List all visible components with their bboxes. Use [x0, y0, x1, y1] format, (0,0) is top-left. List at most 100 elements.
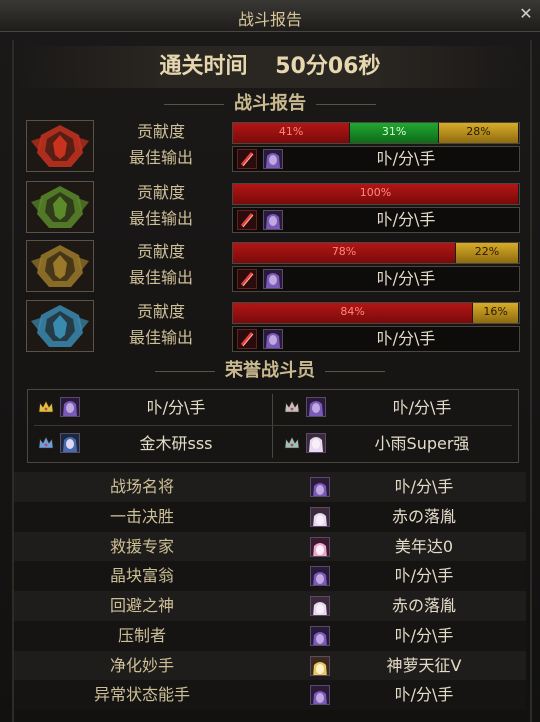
- contribution-percent: 84%: [340, 305, 365, 318]
- best-player-name[interactable]: 卟/分\手: [293, 267, 519, 291]
- weapon-icon: [237, 149, 257, 169]
- weapon-icon: [237, 269, 257, 289]
- award-row: 晶块富翁 卟/分\手: [14, 561, 526, 591]
- awards-list: 战场名将 卟/分\手 一击决胜 赤の落胤 救援专家 美年达0 晶块富翁 卟/分\手 回避之神 赤の…: [14, 472, 526, 710]
- avatar: [263, 329, 283, 349]
- award-row: 一击决胜 赤の落胤: [14, 501, 526, 532]
- award-title: 一击决胜: [109, 506, 174, 526]
- best-player-name[interactable]: 卟/分\手: [293, 147, 519, 171]
- award-player-name[interactable]: 美年达0: [344, 532, 504, 562]
- team-emblem-icon: [26, 240, 94, 292]
- award-title: 救援专家: [109, 536, 174, 556]
- contribution-bar: 41% 31% 28%: [232, 122, 520, 144]
- contribution-percent: 22%: [474, 245, 500, 258]
- best-output-label: 最佳输出: [128, 209, 193, 228]
- honor-member[interactable]: 金木研sss: [28, 426, 272, 461]
- contribution-segment: 31%: [350, 123, 439, 143]
- avatar: [310, 506, 330, 527]
- contribution-segment: 84%: [233, 303, 474, 323]
- avatar: [310, 655, 330, 676]
- award-row: 压制者 卟/分\手: [14, 620, 526, 651]
- avatar: [310, 536, 330, 557]
- award-player-name[interactable]: 卟/分\手: [344, 621, 504, 651]
- crown-icon: [38, 435, 54, 449]
- contribution-percent: 28%: [466, 125, 491, 138]
- award-player-name[interactable]: 卟/分\手: [344, 472, 504, 502]
- window-title: 战斗报告: [237, 10, 302, 29]
- honor-divider: [272, 394, 273, 458]
- avatar: [310, 477, 330, 497]
- award-row: 战场名将 卟/分\手: [14, 472, 526, 502]
- heading-ornament-right: [325, 370, 385, 372]
- honor-members-panel: 卟/分\手 卟/分\手金木研sss 小雨Super强: [27, 389, 519, 463]
- contribution-segment: 100%: [233, 184, 519, 204]
- contribution-bar: 84% 16%: [232, 302, 520, 324]
- contribution-label: 贡献度: [136, 122, 185, 141]
- honor-member-name: 小雨Super强: [374, 434, 470, 453]
- contribution-label: 贡献度: [136, 242, 185, 261]
- team-row: 贡献度最佳输出 100% 卟/分\手: [24, 181, 520, 235]
- contribution-percent: 41%: [278, 125, 304, 138]
- contribution-segment: 78%: [233, 243, 457, 263]
- best-output-box: 卟/分\手: [232, 146, 520, 172]
- award-row: 异常状态能手 卟/分\手: [14, 680, 526, 710]
- battle-report-heading: 战斗报告: [14, 92, 526, 116]
- award-title: 异常状态能手: [93, 685, 190, 705]
- award-player-name[interactable]: 神萝天征V: [344, 651, 504, 681]
- award-row: 回避之神 赤の落胤: [14, 591, 526, 621]
- honor-heading-text: 荣誉战斗员: [225, 360, 315, 381]
- award-player-name[interactable]: 卟/分\手: [344, 561, 504, 591]
- avatar: [263, 269, 283, 289]
- avatar: [310, 566, 330, 587]
- best-player-name[interactable]: 卟/分\手: [293, 208, 519, 232]
- title-bar: 战斗报告 ✕: [0, 0, 540, 32]
- best-output-label: 最佳输出: [128, 268, 193, 287]
- contribution-label: 贡献度: [136, 183, 185, 202]
- honor-member-name: 卟/分\手: [146, 398, 206, 417]
- award-title: 战场名将: [109, 477, 174, 496]
- contribution-segment: 41%: [233, 123, 351, 143]
- award-player-name[interactable]: 赤の落胤: [344, 591, 504, 621]
- best-output-label: 最佳输出: [128, 148, 193, 167]
- contribution-percent: 100%: [359, 186, 392, 199]
- close-icon[interactable]: ✕: [518, 6, 534, 22]
- team-emblem-icon: [26, 120, 94, 172]
- contribution-bar: 100%: [232, 183, 520, 205]
- award-player-name[interactable]: 赤の落胤: [344, 502, 504, 532]
- best-player-name[interactable]: 卟/分\手: [293, 327, 519, 351]
- award-title: 压制者: [117, 625, 166, 645]
- award-row: 净化妙手 神萝天征V: [14, 650, 526, 681]
- avatar: [263, 210, 283, 230]
- weapon-icon: [237, 329, 257, 349]
- heading-ornament-left: [155, 370, 215, 372]
- avatar: [306, 433, 326, 453]
- crown-icon: [284, 399, 300, 413]
- crown-icon: [284, 435, 300, 449]
- honor-member[interactable]: 卟/分\手: [28, 390, 272, 425]
- avatar: [60, 433, 80, 453]
- contribution-segment: 22%: [456, 243, 519, 263]
- award-title: 晶块富翁: [109, 566, 174, 586]
- contribution-segment: 16%: [473, 303, 519, 323]
- award-title: 净化妙手: [109, 655, 174, 675]
- heading-ornament-left: [164, 103, 224, 105]
- weapon-icon: [237, 210, 257, 230]
- contribution-segment: 28%: [438, 123, 519, 143]
- battle-report-window: 战斗报告 ✕ 通关时间 50分06秒 战斗报告 贡献度 最佳输出 41% 31% 28%…: [0, 0, 540, 722]
- avatar: [60, 397, 80, 417]
- contribution-percent: 78%: [331, 245, 357, 258]
- award-row: 救援专家 美年达0: [14, 531, 526, 562]
- honor-member-name: 金木研sss: [139, 434, 213, 453]
- honor-member[interactable]: 卟/分\手: [274, 390, 518, 425]
- team-row: 贡献度最佳输出 41% 31% 28% 卟/分\手: [24, 120, 520, 174]
- avatar: [310, 625, 330, 646]
- avatar: [310, 685, 330, 706]
- contribution-percent: 16%: [483, 305, 508, 318]
- clear-time-banner: 通关时间 50分06秒: [14, 46, 526, 88]
- team-emblem-icon: [26, 300, 94, 352]
- honor-member[interactable]: 小雨Super强: [274, 426, 518, 461]
- avatar: [310, 596, 330, 616]
- avatar: [263, 149, 283, 169]
- team-row: 贡献度 最佳输出 84% 16% 卟/分\手: [24, 300, 520, 354]
- award-player-name[interactable]: 卟/分\手: [344, 680, 504, 710]
